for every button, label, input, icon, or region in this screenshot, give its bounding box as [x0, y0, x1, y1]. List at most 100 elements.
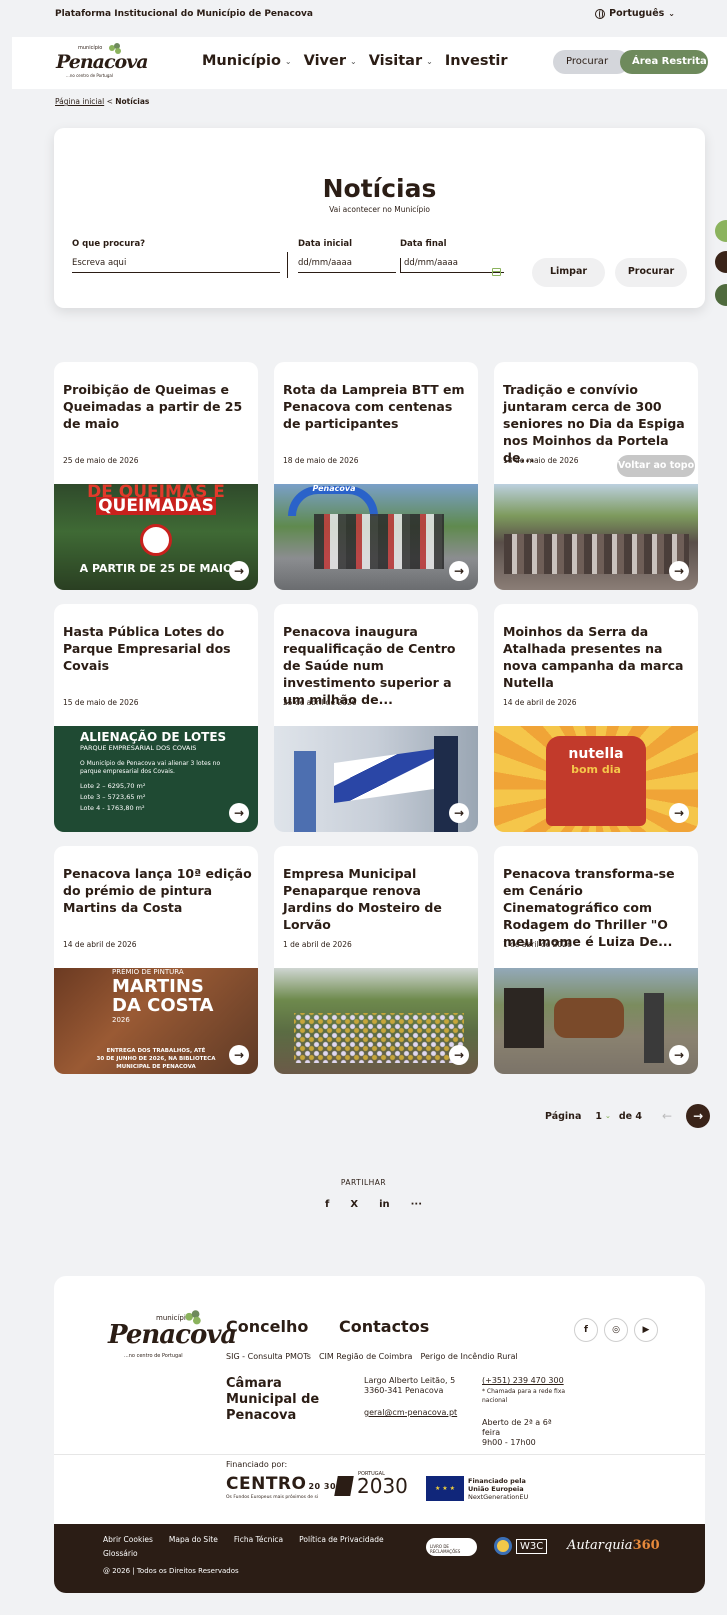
- chevron-down-icon: ⌄: [668, 9, 675, 18]
- footer-bottom-link[interactable]: Mapa do Site: [169, 1535, 218, 1544]
- news-date: 1 de abril de 2026: [503, 940, 572, 949]
- arrow-left-icon[interactable]: ←: [662, 1109, 672, 1123]
- complaints-book-badge[interactable]: LIVRO DE RECLAMAÇÕES: [426, 1538, 477, 1556]
- footer-bottom-link[interactable]: Ficha Técnica: [234, 1535, 283, 1544]
- end-date-input[interactable]: dd/mm/aaaa: [400, 258, 504, 273]
- youtube-icon[interactable]: ▶: [634, 1318, 658, 1342]
- autarquia-360-logo[interactable]: Autarquia360: [567, 1538, 660, 1553]
- news-card[interactable]: Rota da Lampreia BTT em Penacova com cen…: [274, 362, 478, 590]
- news-image: DE QUEIMAS E QUEIMADAS A PARTIR DE 25 DE…: [54, 484, 258, 590]
- eu-line: Financiado pela: [468, 1477, 526, 1485]
- nav-item-visitar[interactable]: Visitar ⌄: [369, 53, 433, 69]
- footer-phone-link[interactable]: (+351) 239 470 300: [482, 1376, 564, 1385]
- linkedin-icon[interactable]: in: [379, 1199, 390, 1210]
- news-hero-card: Notícias Vai acontecer no Município O qu…: [54, 128, 705, 308]
- arrow-right-icon[interactable]: →: [229, 803, 249, 823]
- image-caption: PARQUE EMPRESARIAL DOS COVAIS: [80, 744, 197, 752]
- portugal-flag-icon: [334, 1476, 354, 1496]
- footer-link[interactable]: Perigo de Incêndio Rural: [420, 1352, 517, 1361]
- page-title: Notícias: [322, 174, 437, 203]
- eu-flag-icon: ★ ★ ★: [426, 1476, 464, 1501]
- breadcrumb-current: Notícias: [115, 97, 150, 106]
- footer-email-link[interactable]: geral@cm-penacova.pt: [364, 1408, 457, 1417]
- badge-text: LIVRO DE RECLAMAÇÕES: [430, 1544, 461, 1554]
- news-card[interactable]: Proibição de Queimas e Queimadas a parti…: [54, 362, 258, 590]
- eu-line: NextGenerationEU: [468, 1493, 529, 1501]
- w3c-badge[interactable]: W3C: [494, 1537, 548, 1555]
- contrast-icon[interactable]: [715, 251, 727, 273]
- accessibility-icon[interactable]: [715, 220, 727, 242]
- nav-item-investir[interactable]: Investir: [445, 53, 508, 69]
- news-card[interactable]: Penacova lança 10ª edição do prémio de p…: [54, 846, 258, 1074]
- chat-icon[interactable]: [715, 284, 727, 306]
- footer-bottom-link[interactable]: Política de Privacidade: [299, 1535, 383, 1544]
- footer-divider: [54, 1454, 705, 1455]
- arrow-right-icon[interactable]: →: [669, 561, 689, 581]
- footer-bottom-link[interactable]: Abrir Cookies: [103, 1535, 153, 1544]
- more-icon[interactable]: ···: [411, 1199, 422, 1210]
- start-date-input[interactable]: dd/mm/aaaa: [298, 258, 396, 273]
- footer-concelho-heading[interactable]: Concelho: [226, 1317, 308, 1336]
- page-select[interactable]: 1: [595, 1111, 602, 1122]
- calendar-icon[interactable]: [492, 268, 501, 276]
- site-logo[interactable]: município Penacova ...no centro de Portu…: [56, 43, 149, 81]
- arrow-right-icon[interactable]: →: [449, 803, 469, 823]
- nav-item-municipio[interactable]: Município ⌄: [202, 53, 292, 69]
- footer-bottom-bar: Abrir Cookies Mapa do Site Ficha Técnica…: [54, 1524, 705, 1593]
- arrow-right-icon[interactable]: →: [449, 1045, 469, 1065]
- arrow-right-icon[interactable]: →: [669, 1045, 689, 1065]
- news-card[interactable]: Empresa Municipal Penaparque renova Jard…: [274, 846, 478, 1074]
- flag-graphic: [334, 748, 434, 804]
- nav-item-viver[interactable]: Viver ⌄: [304, 53, 357, 69]
- arrow-right-icon[interactable]: →: [229, 561, 249, 581]
- news-title[interactable]: Proibição de Queimas e Queimadas a parti…: [63, 381, 253, 432]
- back-to-top-button[interactable]: Voltar ao topo: [617, 455, 695, 477]
- news-title[interactable]: Tradição e convívio juntaram cerca de 30…: [503, 381, 693, 466]
- news-card[interactable]: Penacova transforma-se em Cenário Cinema…: [494, 846, 698, 1074]
- footer-logo[interactable]: município Penacova ...no centro de Portu…: [108, 1310, 237, 1359]
- next-page-button[interactable]: →: [686, 1104, 711, 1128]
- horse-graphic: [554, 998, 624, 1038]
- restricted-area-button[interactable]: Área Restrita: [620, 50, 708, 74]
- news-image: ALIENAÇÃO DE LOTES PARQUE EMPRESARIAL DO…: [54, 726, 258, 832]
- facebook-icon[interactable]: f: [574, 1318, 598, 1342]
- nav-label: Município: [202, 53, 281, 69]
- news-title[interactable]: Penacova lança 10ª edição do prémio de p…: [63, 865, 253, 916]
- news-date: 25 de maio de 2026: [63, 456, 139, 465]
- news-card[interactable]: Hasta Pública Lotes do Parque Empresaria…: [54, 604, 258, 832]
- news-title[interactable]: Penacova inaugura requalificação de Cent…: [283, 623, 473, 708]
- chevron-down-icon[interactable]: ⌄: [605, 1112, 611, 1120]
- address-line: 3360-341 Penacova: [364, 1386, 444, 1395]
- image-caption: Lote 2 – 6295,70 m²: [80, 782, 146, 790]
- x-icon[interactable]: X: [350, 1199, 358, 1210]
- what-input[interactable]: Escreva aqui: [72, 258, 280, 273]
- arrow-right-icon[interactable]: →: [229, 1045, 249, 1065]
- clear-button[interactable]: Limpar: [532, 258, 605, 287]
- logo-tagline: ...no centro de Portugal: [124, 1353, 183, 1359]
- footer-link[interactable]: CIM Região de Coimbra: [319, 1352, 412, 1361]
- facebook-icon[interactable]: f: [325, 1199, 329, 1210]
- footer-link[interactable]: SIG - Consulta PMOTs: [226, 1352, 311, 1361]
- arrow-right-icon[interactable]: →: [449, 561, 469, 581]
- news-title[interactable]: Moinhos da Serra da Atalhada presentes n…: [503, 623, 693, 691]
- language-selector[interactable]: Português ⌄: [595, 8, 675, 19]
- site-header: município Penacova ...no centro de Portu…: [12, 37, 727, 89]
- main-nav: Município ⌄ Viver ⌄ Visitar ⌄ Investir: [202, 53, 508, 69]
- news-title[interactable]: Empresa Municipal Penaparque renova Jard…: [283, 865, 473, 933]
- news-title[interactable]: Penacova transforma-se em Cenário Cinema…: [503, 865, 693, 950]
- glossary-link[interactable]: Glossário: [103, 1549, 138, 1558]
- page-subtitle: Vai acontecer no Município: [329, 205, 430, 214]
- header-search-button[interactable]: Procurar: [553, 50, 629, 74]
- portugal-2030-logo: PORTUGAL 2030: [334, 1471, 408, 1498]
- search-button[interactable]: Procurar: [615, 258, 687, 287]
- footer-bottom-links: Abrir Cookies Mapa do Site Ficha Técnica…: [103, 1535, 384, 1544]
- footer-contactos-heading[interactable]: Contactos: [339, 1317, 429, 1336]
- filter-divider: [287, 252, 288, 278]
- news-title[interactable]: Hasta Pública Lotes do Parque Empresaria…: [63, 623, 253, 674]
- news-title[interactable]: Rota da Lampreia BTT em Penacova com cen…: [283, 381, 473, 432]
- arrow-right-icon[interactable]: →: [669, 803, 689, 823]
- news-card[interactable]: Moinhos da Serra da Atalhada presentes n…: [494, 604, 698, 832]
- instagram-icon[interactable]: ◎: [604, 1318, 628, 1342]
- news-card[interactable]: Penacova inaugura requalificação de Cent…: [274, 604, 478, 832]
- breadcrumb-home-link[interactable]: Página inicial: [55, 97, 104, 106]
